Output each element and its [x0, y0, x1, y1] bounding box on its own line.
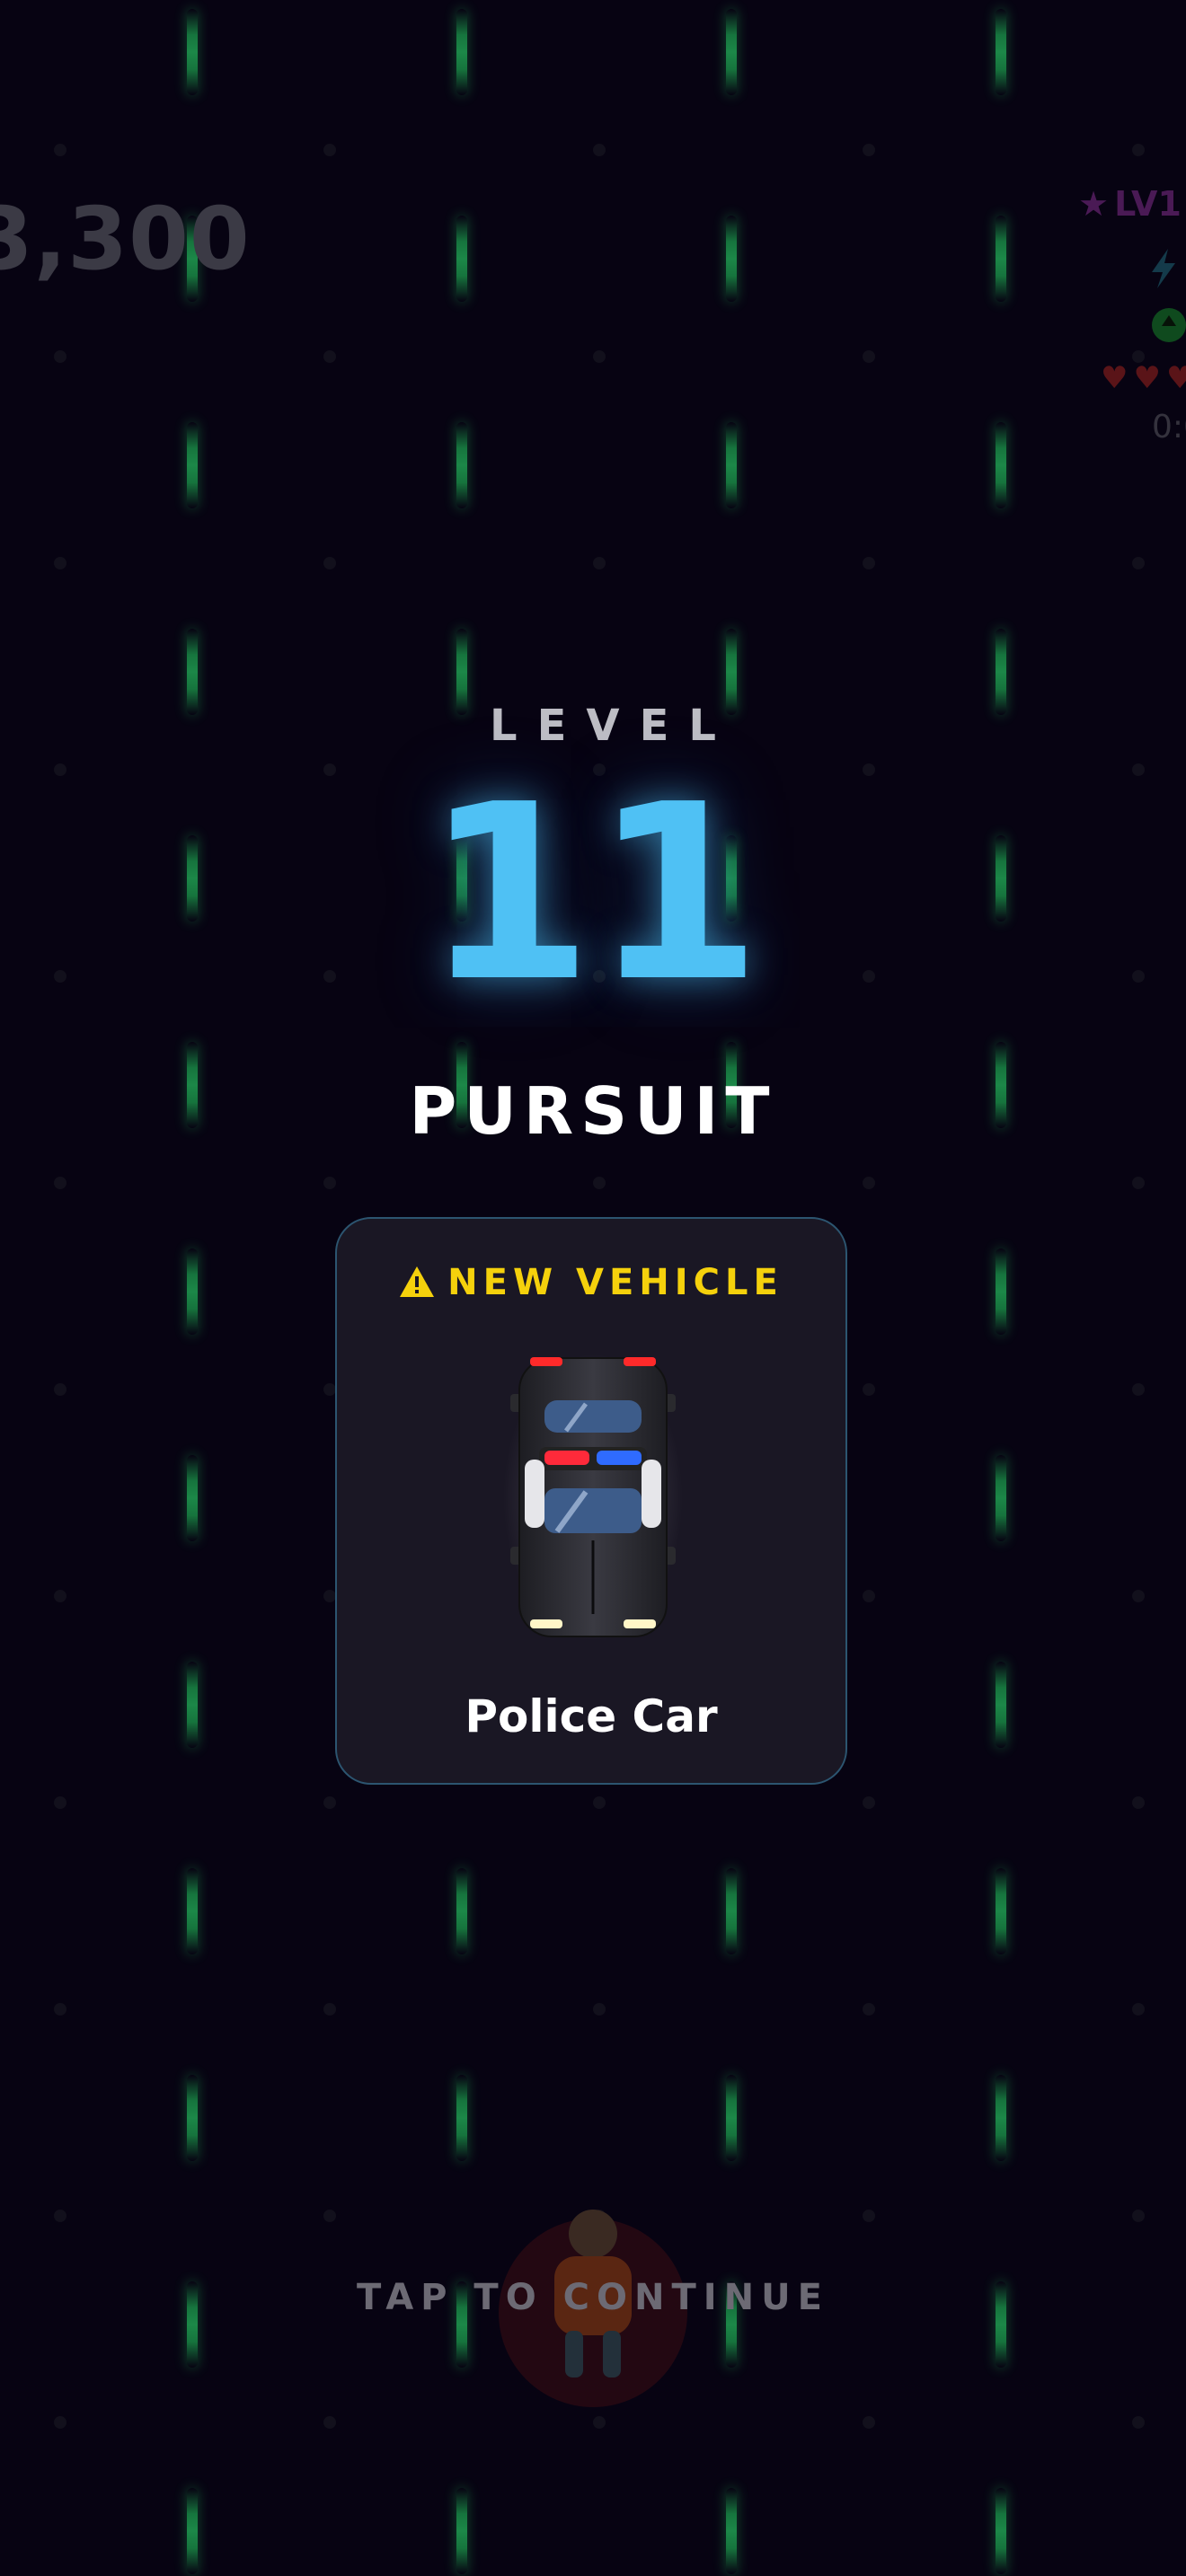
hud-timer: 0:0: [1152, 409, 1186, 446]
lane-marking: [996, 1248, 1006, 1335]
lane-marking: [996, 2075, 1006, 2161]
road-dot: [863, 144, 875, 156]
level-name: PURSUIT: [409, 1073, 777, 1149]
level-number: 11: [424, 752, 762, 1035]
road-dot: [323, 1590, 336, 1602]
road-dot: [54, 2003, 66, 2016]
road-dot: [593, 144, 606, 156]
road-dot: [323, 557, 336, 569]
road-dot: [54, 144, 66, 156]
road-dot: [863, 350, 875, 363]
lane-marking: [996, 216, 1006, 302]
lane-marking: [456, 2075, 467, 2161]
road-dot: [593, 1796, 606, 1809]
vehicle-name: Police Car: [465, 1690, 718, 1742]
road-dot: [54, 557, 66, 569]
lane-marking: [187, 2488, 198, 2574]
warning-triangle-icon: [400, 1266, 435, 1297]
road-dot: [1132, 1177, 1145, 1189]
lane-marking: [996, 9, 1006, 95]
lane-marking: [726, 9, 737, 95]
police-car-icon: [503, 1354, 683, 1641]
lane-marking: [996, 422, 1006, 508]
road-dot: [863, 1796, 875, 1809]
road-dot: [1132, 144, 1145, 156]
new-vehicle-card: NEW VEHICLE Police Car: [335, 1217, 847, 1785]
road-dot: [593, 350, 606, 363]
road-dot: [863, 2210, 875, 2222]
star-icon: ★: [1078, 184, 1110, 224]
road-dot: [54, 2416, 66, 2429]
lane-marking: [726, 2075, 737, 2161]
lane-marking: [726, 422, 737, 508]
card-title: NEW VEHICLE: [447, 1262, 783, 1303]
road-dot: [54, 1383, 66, 1396]
road-dot: [863, 2003, 875, 2016]
road-dot: [1132, 1383, 1145, 1396]
road-dot: [863, 2416, 875, 2429]
road-dot: [593, 2416, 606, 2429]
road-dot: [593, 2003, 606, 2016]
road-dot: [863, 1383, 875, 1396]
lane-marking: [726, 216, 737, 302]
lane-marking: [726, 2488, 737, 2574]
lane-marking: [187, 1662, 198, 1748]
hud-level-text: LV1: [1114, 184, 1182, 224]
lane-marking: [456, 1868, 467, 1954]
lane-marking: [726, 1868, 737, 1954]
road-dot: [593, 557, 606, 569]
lane-marking: [996, 1662, 1006, 1748]
lane-marking: [996, 1455, 1006, 1541]
road-dot: [593, 1177, 606, 1189]
road-dot: [54, 2210, 66, 2222]
lane-marking: [187, 1248, 198, 1335]
lane-marking: [456, 9, 467, 95]
road-dot: [1132, 1796, 1145, 1809]
road-dot: [323, 2416, 336, 2429]
road-dot: [323, 1177, 336, 1189]
road-dot: [323, 2003, 336, 2016]
road-dot: [1132, 557, 1145, 569]
lane-marking: [456, 422, 467, 508]
lane-marking: [187, 1868, 198, 1954]
lane-marking: [996, 1868, 1006, 1954]
road-dot: [54, 1590, 66, 1602]
road-dot: [1132, 2003, 1145, 2016]
lane-marking: [187, 9, 198, 95]
hud-score: 3,300: [0, 189, 251, 289]
hud-level-badge: ★ LV1: [1078, 184, 1182, 224]
road-dot: [1132, 2416, 1145, 2429]
lane-marking: [996, 2488, 1006, 2574]
boost-icon: [1152, 308, 1186, 342]
road-dot: [323, 1383, 336, 1396]
road-dot: [323, 2210, 336, 2222]
lane-marking: [187, 2075, 198, 2161]
road-dot: [54, 350, 66, 363]
lightning-icon: [1152, 249, 1175, 288]
lane-marking: [456, 2488, 467, 2574]
lane-marking: [187, 1455, 198, 1541]
road-dot: [863, 1590, 875, 1602]
road-dot: [323, 144, 336, 156]
lives-hearts-icon: ♥♥♥: [1101, 360, 1186, 396]
road-dot: [863, 557, 875, 569]
road-dot: [1132, 1590, 1145, 1602]
road-dot: [323, 1796, 336, 1809]
level-label: LEVEL: [490, 701, 736, 751]
tap-to-continue-prompt[interactable]: TAP TO CONTINUE: [0, 2277, 1186, 2318]
hud-stats: ★LV1 ♥♥♥ 0:0: [1051, 184, 1186, 454]
road-dot: [54, 1796, 66, 1809]
lane-marking: [187, 422, 198, 508]
lane-marking: [456, 216, 467, 302]
card-header: NEW VEHICLE: [337, 1262, 845, 1303]
road-dot: [54, 1177, 66, 1189]
road-dot: [1132, 2210, 1145, 2222]
road-dot: [863, 1177, 875, 1189]
road-dot: [323, 350, 336, 363]
